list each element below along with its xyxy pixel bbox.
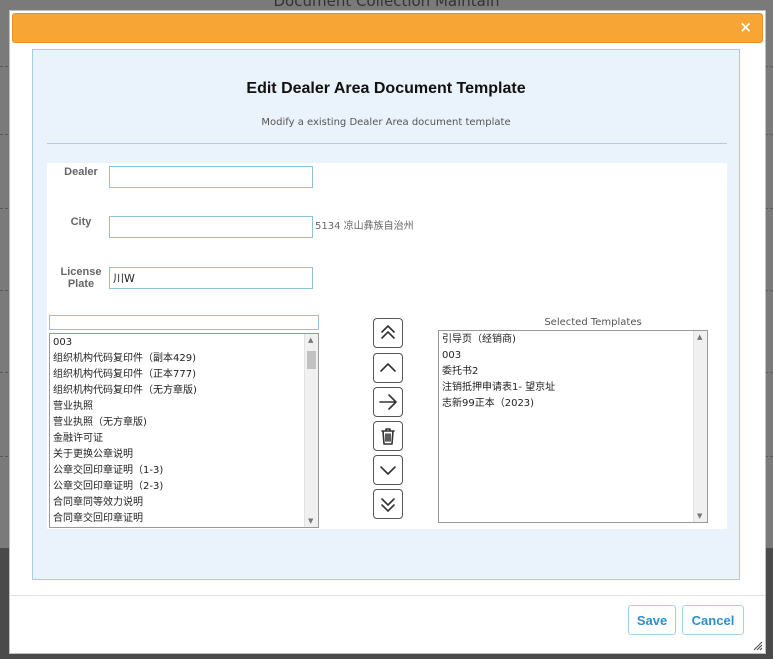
available-template-item[interactable]: 营业执照（无方章版) bbox=[53, 415, 147, 431]
move-down-button[interactable] bbox=[373, 455, 403, 485]
license-plate-label-line1: License bbox=[60, 266, 102, 278]
dialog-header-bar: × bbox=[12, 13, 763, 43]
dialog-title: Edit Dealer Area Document Template bbox=[246, 80, 526, 97]
chevron-down-icon bbox=[380, 466, 396, 475]
available-template-item[interactable]: 合同章交回印章证明 bbox=[53, 511, 143, 527]
available-template-item[interactable]: 公章交回印章证明（1-3) bbox=[53, 463, 163, 479]
scroll-down-arrow-icon[interactable]: ▼ bbox=[308, 517, 313, 525]
license-plate-label-line2: Plate bbox=[67, 278, 95, 290]
dialog-content-panel: Edit Dealer Area Document Template Modif… bbox=[32, 49, 740, 580]
city-display-name: 5134 凉山彝族自治州 bbox=[315, 221, 414, 232]
title-divider bbox=[47, 143, 727, 144]
remove-button[interactable] bbox=[373, 421, 403, 451]
available-list-scrollbar[interactable]: ▲ ▼ bbox=[304, 334, 318, 527]
license-plate-label: License Plate bbox=[51, 266, 111, 290]
selected-template-item[interactable]: 引导页（经销商) bbox=[442, 332, 516, 348]
scroll-up-arrow-icon[interactable]: ▲ bbox=[308, 336, 313, 344]
selected-template-item[interactable]: 注销抵押申请表1- 望京址 bbox=[442, 380, 555, 396]
dialog-subtitle: Modify a existing Dealer Area document t… bbox=[261, 117, 511, 128]
available-template-item[interactable]: 营业执照 bbox=[53, 399, 93, 415]
city-label: City bbox=[70, 216, 92, 228]
save-button[interactable]: Save bbox=[628, 605, 676, 635]
footer-divider bbox=[10, 595, 765, 596]
available-template-item[interactable]: 003 bbox=[53, 335, 72, 351]
move-up-button[interactable] bbox=[373, 353, 403, 383]
dealer-input[interactable] bbox=[109, 166, 313, 188]
cancel-button[interactable]: Cancel bbox=[682, 605, 744, 635]
background-page-title: Document Collection Maintain bbox=[273, 0, 500, 10]
scroll-down-arrow-icon[interactable]: ▼ bbox=[697, 512, 702, 520]
license-plate-input[interactable] bbox=[109, 267, 313, 289]
available-templates-list[interactable]: 003 组织机构代码复印件（副本429) 组织机构代码复印件（正本777) 组织机构代… bbox=[49, 333, 319, 528]
available-template-item[interactable]: 合同章同等效力说明 bbox=[53, 495, 143, 511]
edit-template-dialog: × Edit Dealer Area Document Template Mod… bbox=[9, 10, 766, 654]
selected-templates-list[interactable]: 引导页（经销商) 003 委托书2 注销抵押申请表1- 望京址 志新99正本（2023)… bbox=[438, 330, 708, 523]
dealer-label: Dealer bbox=[64, 166, 98, 178]
chevron-up-icon bbox=[380, 363, 396, 372]
arrow-right-icon bbox=[379, 394, 397, 410]
selected-templates-label: Selected Templates bbox=[544, 317, 642, 328]
double-chevron-down-icon bbox=[381, 498, 395, 512]
resize-handle-icon[interactable] bbox=[753, 641, 763, 651]
available-template-item[interactable]: 公章交回印章证明（2-3) bbox=[53, 479, 163, 495]
selected-list-scrollbar[interactable]: ▲ ▼ bbox=[693, 331, 707, 522]
close-icon[interactable]: × bbox=[739, 18, 752, 36]
double-chevron-up-icon bbox=[381, 325, 395, 339]
scroll-thumb[interactable] bbox=[307, 351, 316, 369]
move-top-button[interactable] bbox=[373, 318, 403, 348]
selected-template-item[interactable]: 委托书2 bbox=[442, 364, 478, 380]
available-template-item[interactable]: 组织机构代码复印件（正本777) bbox=[53, 367, 196, 383]
selected-template-item[interactable]: 志新99正本（2023) bbox=[442, 396, 534, 412]
city-input[interactable] bbox=[109, 216, 313, 238]
scroll-up-arrow-icon[interactable]: ▲ bbox=[697, 333, 702, 341]
available-template-item[interactable]: 金融许可证 bbox=[53, 431, 103, 447]
available-template-item[interactable]: 组织机构代码复印件（无方章版) bbox=[53, 383, 197, 399]
move-bottom-button[interactable] bbox=[373, 489, 403, 519]
available-template-item[interactable]: 关于更换公章说明 bbox=[53, 447, 133, 463]
available-template-item[interactable]: 组织机构代码复印件（副本429) bbox=[53, 351, 196, 367]
trash-icon bbox=[381, 428, 395, 445]
form-area: Dealer City 5134 凉山彝族自治州 License Plate 0… bbox=[47, 163, 727, 529]
template-filter-input[interactable] bbox=[49, 315, 319, 330]
selected-template-item[interactable]: 003 bbox=[442, 348, 461, 364]
add-to-selected-button[interactable] bbox=[373, 387, 403, 417]
